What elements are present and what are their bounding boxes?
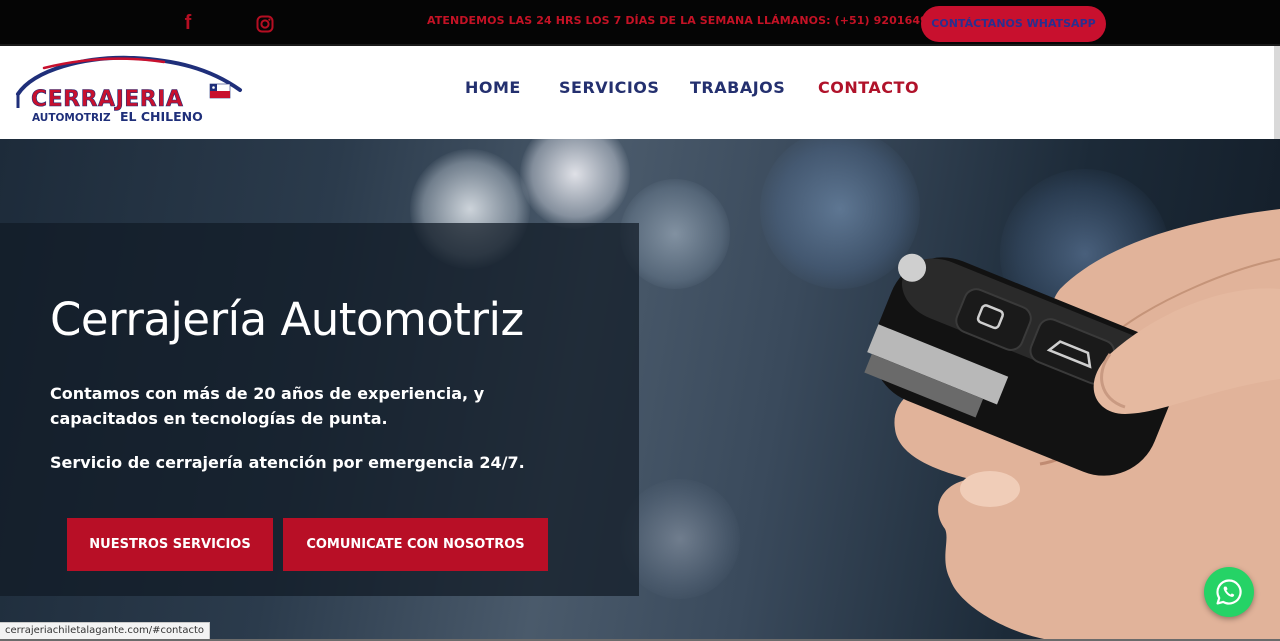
svg-text:EL CHILENO: EL CHILENO [120,109,203,124]
services-button[interactable]: NUESTROS SERVICIOS [67,518,273,571]
contact-us-button[interactable]: COMUNICATE CON NOSOTROS [283,518,548,571]
hero-section: Cerrajería Automotriz Contamos con más d… [0,139,1280,641]
site-header: CERRAJERIA AUTOMOTRIZ EL CHILENO HOME SE… [0,46,1280,139]
nav-home[interactable]: HOME [465,78,521,102]
status-bar-url: cerrajeriachiletalagante.com/#contacto [0,622,210,640]
bokeh-light [520,139,630,229]
whatsapp-float-button[interactable] [1204,567,1254,617]
site-logo[interactable]: CERRAJERIA AUTOMOTRIZ EL CHILENO [14,50,246,126]
instagram-icon[interactable] [256,15,274,33]
hero-emergency-text: Servicio de cerrajería atención por emer… [50,453,525,472]
car-key-image [640,139,1280,641]
hero-description: Contamos con más de 20 años de experienc… [50,384,485,428]
hero-title: Cerrajería Automotriz [50,293,524,346]
whatsapp-icon [1216,579,1242,605]
whatsapp-contact-button[interactable]: CONTÁCTANOS WHATSAPP [921,6,1106,42]
nav-contacto[interactable]: CONTACTO [818,78,919,102]
nav-trabajos[interactable]: TRABAJOS [690,78,785,102]
top-bar: f ATENDEMOS LAS 24 HRS LOS 7 DÍAS DE LA … [0,0,1280,46]
contact-hours-text: ATENDEMOS LAS 24 HRS LOS 7 DÍAS DE LA SE… [427,14,944,27]
facebook-icon[interactable]: f [180,12,196,34]
nav-servicios[interactable]: SERVICIOS [559,78,659,102]
scrollbar[interactable] [1274,46,1280,139]
svg-text:AUTOMOTRIZ: AUTOMOTRIZ [32,112,111,124]
